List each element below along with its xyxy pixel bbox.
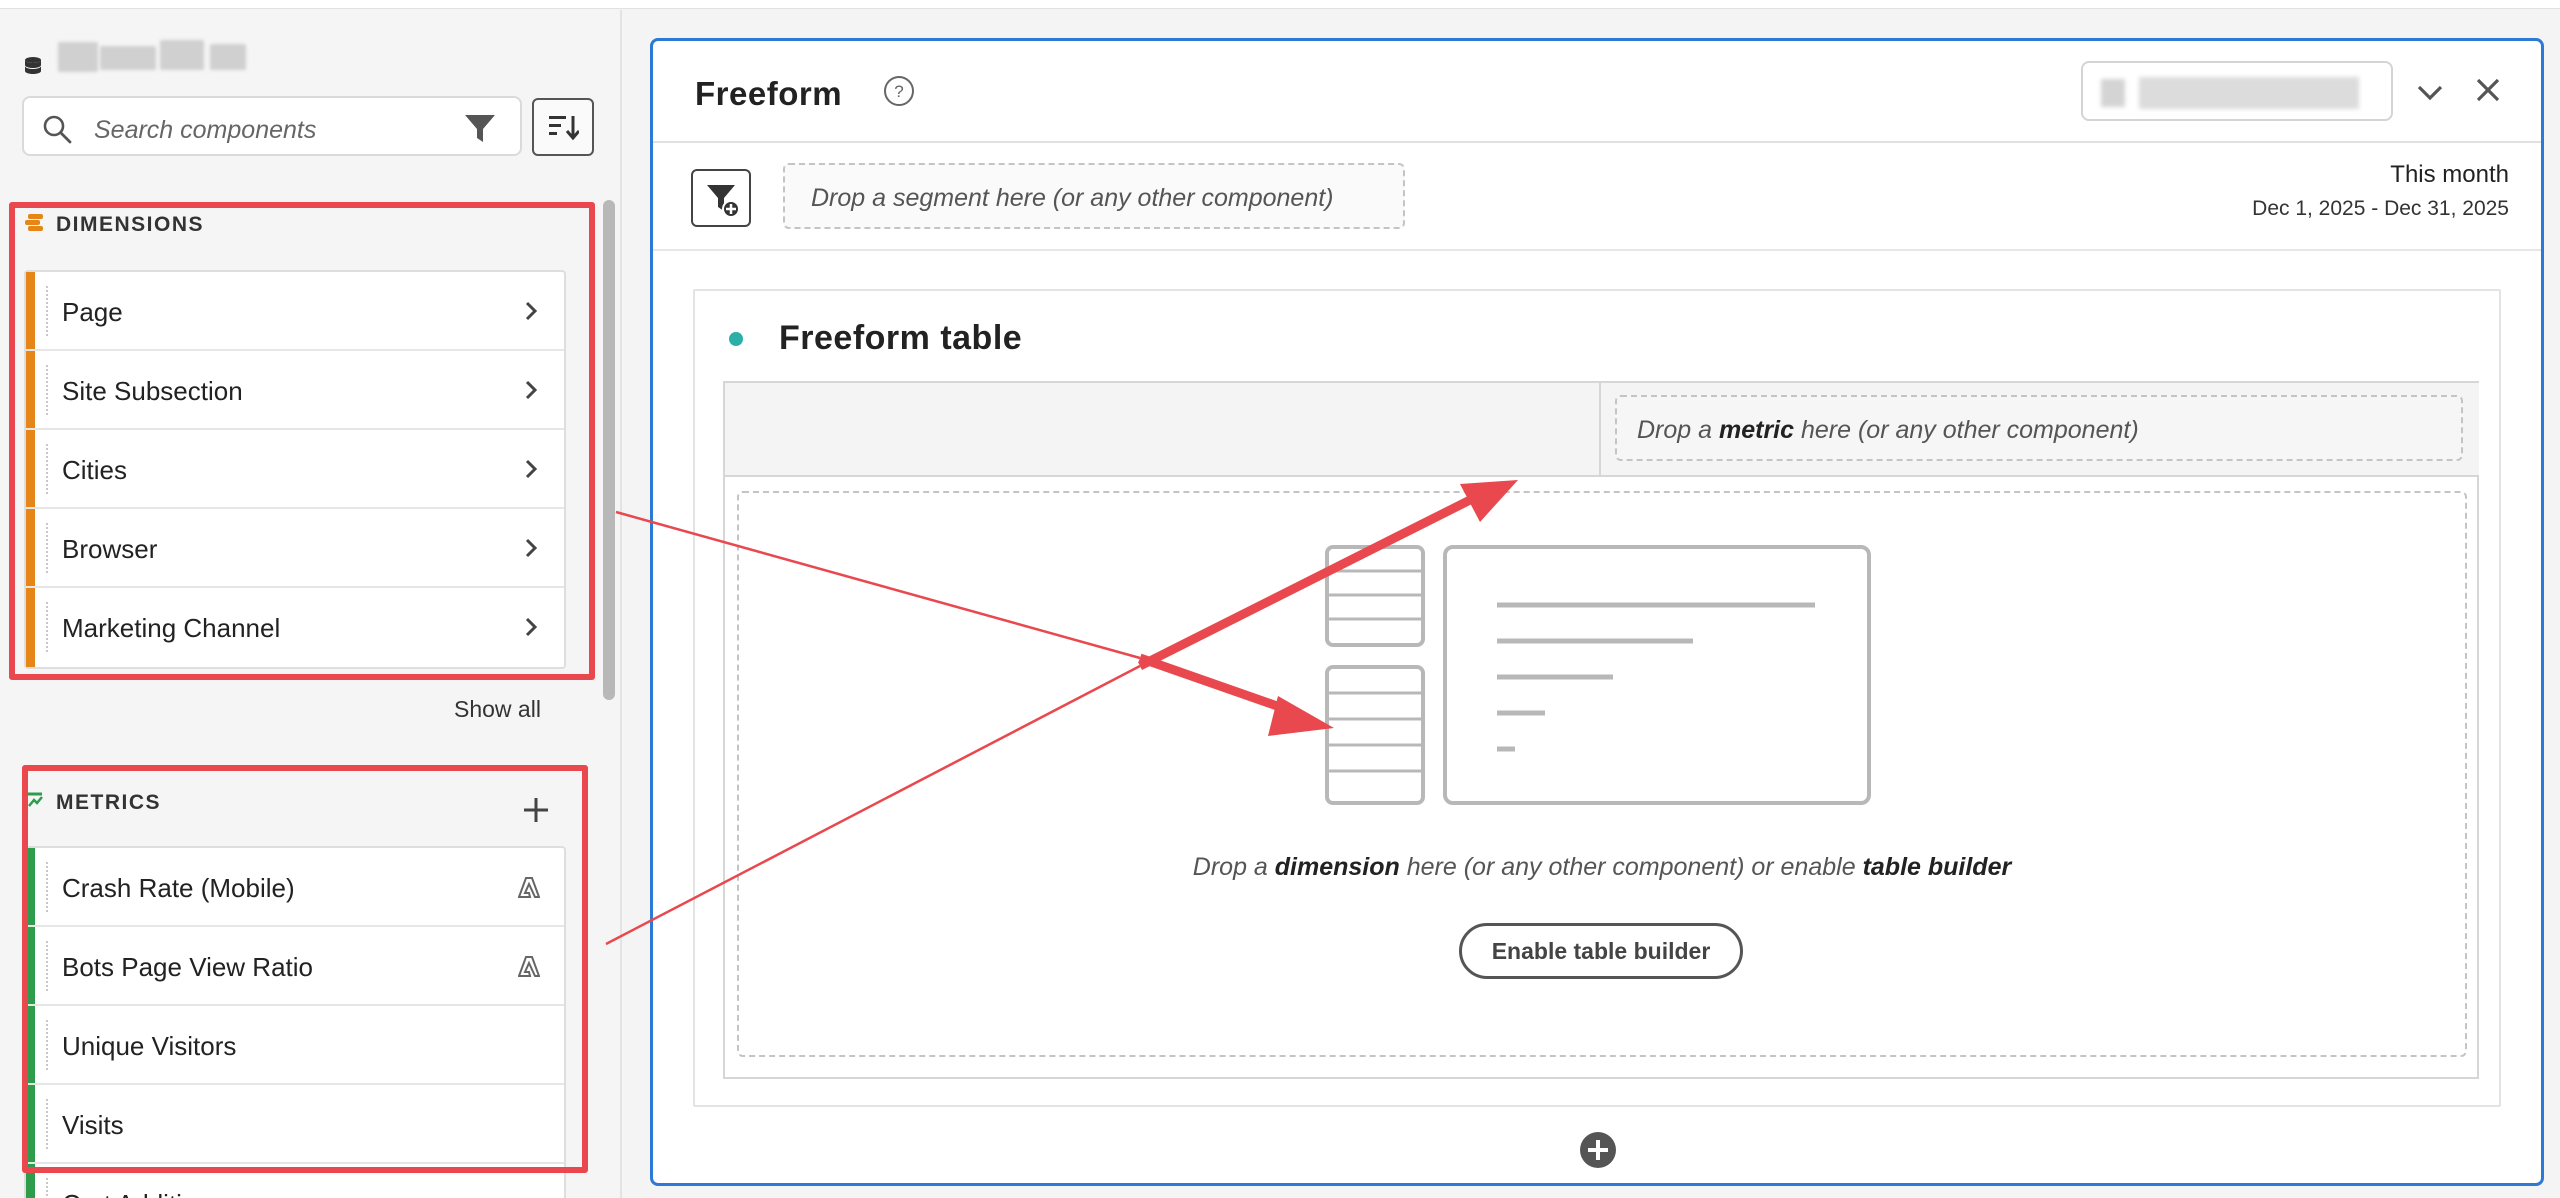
search-placeholder[interactable]: Search components — [94, 116, 316, 145]
table-header-right: Drop a metric here (or any other compone… — [1601, 383, 2479, 477]
search-icon — [43, 115, 72, 144]
close-icon[interactable] — [2475, 77, 2501, 103]
metric-drop-zone[interactable]: Drop a metric here (or any other compone… — [1615, 395, 2463, 461]
redacted-block — [210, 44, 246, 70]
visualization-title[interactable]: Freeform table — [779, 319, 1022, 358]
redacted-block — [2101, 79, 2125, 107]
metric-label: Cart Additions — [62, 1189, 224, 1198]
segment-drop-zone[interactable]: Drop a segment here (or any other compon… — [783, 163, 1405, 229]
svg-text:?: ? — [894, 82, 903, 101]
header-divider — [653, 141, 2541, 143]
dimension-drop-zone[interactable]: Drop a dimension here (or any other comp… — [737, 491, 2467, 1057]
dimension-drop-text: Drop a dimension here (or any other comp… — [1192, 853, 2012, 881]
filter-icon[interactable] — [464, 114, 496, 144]
add-circle-icon[interactable] — [1579, 1131, 1617, 1169]
show-all-dimensions-link[interactable]: Show all — [454, 696, 541, 723]
toolbar-divider — [653, 249, 2541, 251]
drag-handle[interactable] — [46, 1178, 48, 1198]
panel-title: Freeform — [695, 75, 843, 112]
table-placeholder-illustration — [1325, 545, 1871, 805]
freeform-table: Drop a metric here (or any other compone… — [723, 381, 2479, 1079]
top-strip — [0, 0, 2560, 9]
table-header-left — [725, 383, 1601, 477]
sort-button[interactable] — [532, 98, 594, 156]
redacted-block — [100, 46, 156, 70]
visualization-status-dot — [729, 332, 743, 346]
rail-scrollbar-thumb[interactable] — [603, 200, 615, 700]
segment-drop-text: Drop a segment here (or any other compon… — [811, 184, 1334, 212]
date-range-label: This month — [2390, 161, 2509, 188]
database-icon — [25, 57, 41, 74]
chevron-down-icon[interactable] — [2415, 79, 2445, 105]
report-suite-name-redacted[interactable] — [58, 42, 98, 72]
freeform-table-visualization: Freeform table Drop a metric here (or an… — [693, 289, 2501, 1107]
redacted-block — [2139, 77, 2359, 109]
metrics-highlight-box — [22, 765, 588, 1173]
redacted-block — [160, 40, 204, 70]
segment-filter-button[interactable] — [691, 169, 751, 227]
sort-icon — [549, 116, 579, 140]
help-icon[interactable]: ? — [883, 75, 915, 107]
segment-filter-icon — [707, 185, 740, 218]
freeform-panel: Freeform ? Drop a segment here (or any o… — [650, 38, 2544, 1186]
panel-dropdown-redacted[interactable] — [2081, 61, 2393, 121]
search-components-field[interactable]: Search components — [22, 96, 522, 156]
date-range-value: Dec 1, 2025 - Dec 31, 2025 — [2252, 197, 2509, 220]
dimensions-highlight-box — [9, 202, 595, 680]
enable-table-builder-button[interactable]: Enable table builder — [1459, 923, 1743, 979]
metric-drop-text: Drop a metric here (or any other compone… — [1637, 416, 2139, 444]
date-range-picker[interactable]: This month Dec 1, 2025 - Dec 31, 2025 — [2252, 161, 2509, 221]
